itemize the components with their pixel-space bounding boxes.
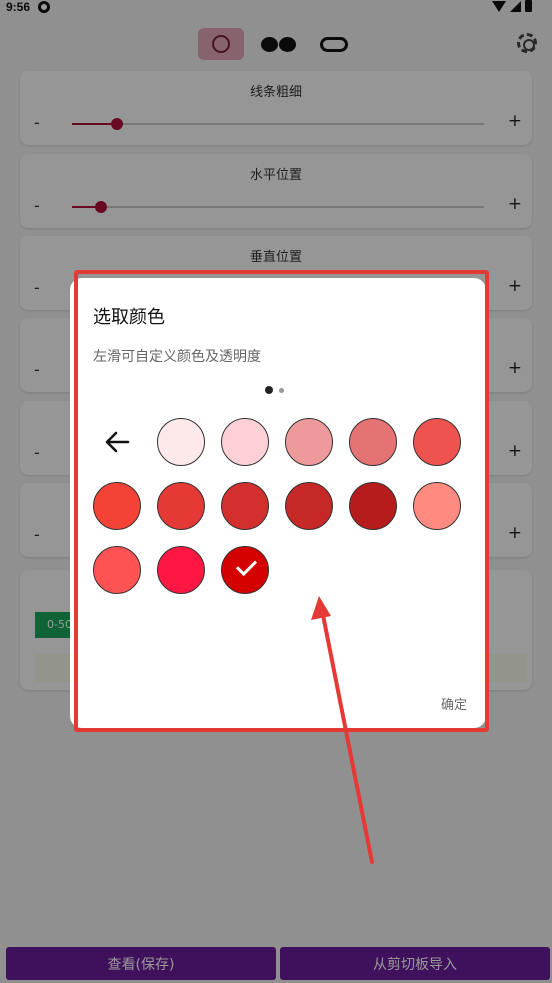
annotation-highlight-box [74, 270, 489, 732]
